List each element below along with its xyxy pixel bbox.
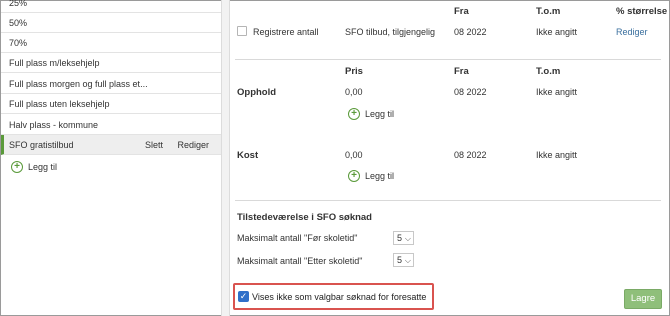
edit-offer-link[interactable]: Rediger — [616, 27, 648, 37]
delete-link[interactable]: Slett — [145, 140, 163, 150]
opphold-price: 0,00 — [345, 87, 363, 97]
add-kost-label: Legg til — [365, 171, 395, 181]
header-price: Pris — [345, 66, 363, 77]
kost-price: 0,00 — [345, 150, 363, 160]
plus-circle-icon: + — [11, 161, 23, 173]
list-item[interactable]: 70% — [1, 33, 221, 53]
after-school-value: 5 — [397, 255, 403, 265]
edit-link[interactable]: Rediger — [177, 140, 209, 150]
section-divider — [235, 59, 661, 60]
header-to: T.o.m — [536, 6, 561, 17]
list-item-label: Full plass morgen og full plass et... — [9, 79, 148, 89]
opphold-label: Opphold — [237, 87, 277, 98]
hide-for-guardians-checkbox[interactable]: ✓ — [238, 291, 249, 302]
header-size: % størrelse — [616, 6, 668, 17]
kost-from: 08 2022 — [454, 150, 487, 160]
header-from: Fra — [454, 6, 469, 17]
list-item[interactable]: Full plass m/leksehjelp — [1, 53, 221, 73]
chevron-down-icon: ⌵ — [404, 256, 411, 265]
chevron-down-icon: ⌵ — [404, 234, 411, 243]
kost-to: Ikke angitt — [536, 150, 578, 160]
left-list-panel: 25% 50% 70% Full plass m/leksehjelp Full… — [1, 0, 221, 315]
list-item-label: Full plass uten leksehjelp — [9, 99, 110, 109]
add-opphold-label: Legg til — [365, 109, 395, 119]
add-offer-button[interactable]: + Legg til — [11, 160, 57, 174]
list-item[interactable]: Full plass uten leksehjelp — [1, 94, 221, 114]
list-item-label: 50% — [9, 18, 28, 28]
add-kost-button[interactable]: + Legg til — [348, 170, 394, 182]
add-opphold-button[interactable]: + Legg til — [348, 108, 394, 120]
list-item-label: SFO gratistilbud — [9, 140, 74, 150]
opphold-to: Ikke angitt — [536, 87, 578, 97]
plus-circle-icon: + — [348, 170, 360, 182]
attendance-title: Tilstedeværelse i SFO søknad — [237, 212, 372, 223]
header-price-to: T.o.m — [536, 66, 561, 77]
detail-panel: Fra T.o.m % størrelse Registrere antall … — [231, 0, 669, 316]
kost-label: Kost — [237, 150, 259, 161]
list-item[interactable]: 25% — [1, 0, 221, 13]
add-offer-label: Legg til — [28, 162, 58, 172]
list-item-label: 25% — [9, 0, 28, 8]
list-item[interactable]: Full plass morgen og full plass et... — [1, 74, 221, 94]
offer-name: SFO tilbud, tilgjengelig — [345, 27, 436, 37]
list-item[interactable]: Halv plass - kommune — [1, 115, 221, 135]
before-school-select[interactable]: 5 ⌵ — [393, 231, 414, 245]
offer-from: 08 2022 — [454, 27, 487, 37]
after-school-label: Maksimalt antall "Etter skoletid" — [237, 256, 363, 266]
item-actions: Slett Rediger — [133, 135, 209, 154]
before-school-label: Maksimalt antall "Før skoletid" — [237, 233, 358, 243]
plus-circle-icon: + — [348, 108, 360, 120]
save-button[interactable]: Lagre — [624, 289, 662, 309]
list-item-selected[interactable]: SFO gratistilbud Slett Rediger — [1, 135, 221, 155]
opphold-from: 08 2022 — [454, 87, 487, 97]
offer-to: Ikke angitt — [536, 27, 578, 37]
after-school-select[interactable]: 5 ⌵ — [393, 253, 414, 267]
list-item-label: Full plass m/leksehjelp — [9, 58, 100, 68]
header-price-from: Fra — [454, 66, 469, 77]
list-item-label: 70% — [9, 38, 28, 48]
hide-for-guardians-label: Vises ikke som valgbar søknad for foresa… — [252, 292, 427, 302]
list-item-label: Halv plass - kommune — [9, 120, 99, 130]
register-count-checkbox[interactable] — [237, 26, 247, 36]
list-item[interactable]: 50% — [1, 13, 221, 33]
before-school-value: 5 — [397, 233, 403, 243]
section-divider — [235, 200, 661, 201]
panel-divider — [221, 0, 230, 316]
register-count-label: Registrere antall — [253, 27, 319, 37]
